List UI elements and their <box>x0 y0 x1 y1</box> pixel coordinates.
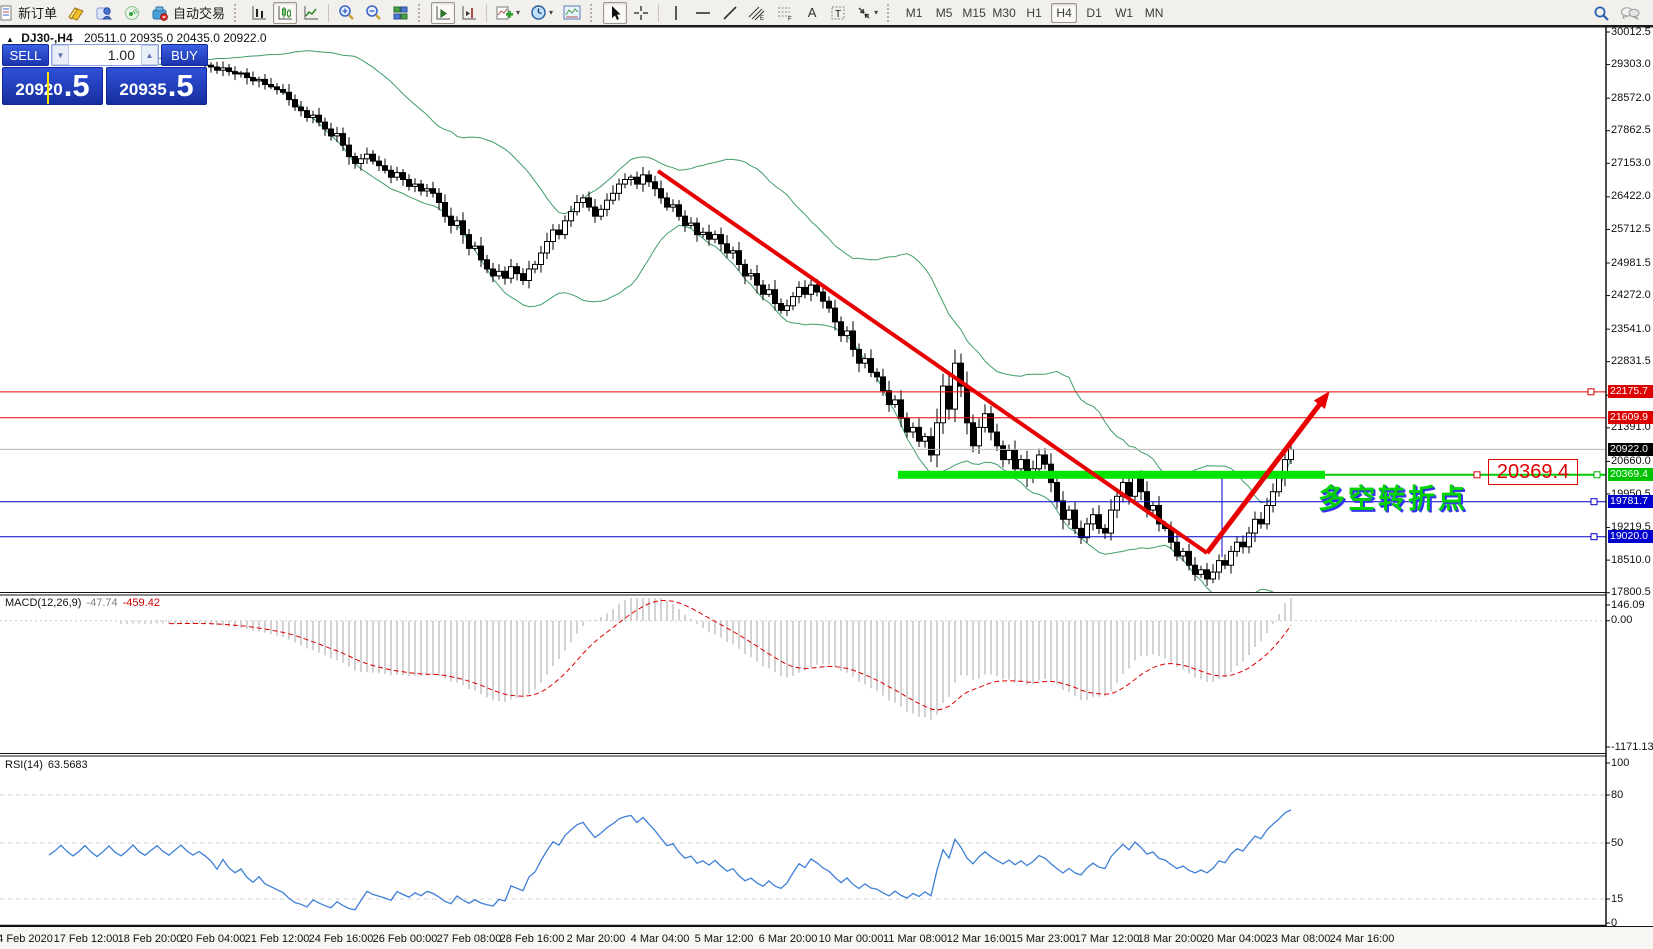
rsi-axis-tick: 15 <box>1611 893 1623 905</box>
sell-price-frac: .5 <box>64 69 90 103</box>
time-axis-label: 5 Mar 12:00 <box>695 933 754 945</box>
time-axis-label: 18 Mar 20:00 <box>1138 933 1203 945</box>
text-caret <box>47 72 49 104</box>
chart-ohlc-values: 20511.0 20935.0 20435.0 20922.0 <box>84 31 267 45</box>
buy-button[interactable]: BUY <box>161 44 208 66</box>
buy-price-frac: .5 <box>168 69 194 103</box>
rsi-axis-tick: 100 <box>1611 757 1629 769</box>
sell-price-button[interactable]: 20920 .5 <box>2 67 103 105</box>
one-click-trade-panel: SELL ▼ 1.00 ▲ BUY 20920 .5 20935 .5 <box>2 44 208 107</box>
price-axis-tick: 28572.0 <box>1611 92 1651 104</box>
time-axis-label: 17 Mar 12:00 <box>1075 933 1140 945</box>
volume-value[interactable]: 1.00 <box>69 45 141 65</box>
support-level-label[interactable]: 20369.4 <box>1488 459 1578 485</box>
price-axis-tick: 25712.5 <box>1611 223 1651 235</box>
price-axis-tick: 17800.5 <box>1611 586 1651 598</box>
rsi-axis-tick: 80 <box>1611 789 1623 801</box>
time-axis-label: 24 Feb 16:00 <box>309 933 374 945</box>
time-axis-label: 26 Feb 00:00 <box>373 933 438 945</box>
buy-price-button[interactable]: 20935 .5 <box>106 67 207 105</box>
price-tag: 19781.7 <box>1608 495 1653 508</box>
time-axis-label: 28 Feb 16:00 <box>500 933 565 945</box>
macd-axis-tick: -1171.13 <box>1611 741 1653 753</box>
time-axis-label: 20 Feb 04:00 <box>181 933 246 945</box>
volume-decrease-button[interactable]: ▼ <box>52 45 69 65</box>
price-axis-tick: 27153.0 <box>1611 157 1651 169</box>
rsi-label: RSI(14)63.5683 <box>5 759 88 771</box>
time-axis-label: 14 Feb 2020 <box>0 933 53 945</box>
sell-price-main: 20920 <box>15 77 62 103</box>
price-tag: 20922.0 <box>1608 443 1653 456</box>
price-tag: 20369.4 <box>1608 468 1653 481</box>
price-tag: 22175.7 <box>1608 385 1653 398</box>
chart-title: ▲ DJ30-,H4 20511.0 20935.0 20435.0 20922… <box>6 31 267 45</box>
rsi-value: 63.5683 <box>48 759 88 771</box>
macd-label: MACD(12,26,9)-47.74-459.42 <box>5 597 160 609</box>
price-tag: 21609.9 <box>1608 411 1653 424</box>
time-axis-label: 21 Feb 12:00 <box>245 933 310 945</box>
time-axis-label: 17 Feb 12:00 <box>54 933 119 945</box>
macd-axis-tick: 0.00 <box>1611 614 1632 626</box>
time-axis-label: 18 Feb 20:00 <box>118 933 183 945</box>
collapse-triangle-icon: ▲ <box>6 35 14 44</box>
time-axis-label: 11 Mar 08:00 <box>883 933 947 945</box>
time-axis-label: 27 Feb 08:00 <box>437 933 502 945</box>
time-axis-label: 12 Mar 16:00 <box>947 933 1012 945</box>
time-axis-label: 6 Mar 20:00 <box>759 933 818 945</box>
price-axis-tick: 22831.5 <box>1611 355 1651 367</box>
macd-main-value: -47.74 <box>86 597 117 609</box>
macd-axis-tick: 146.09 <box>1611 599 1645 611</box>
sell-button[interactable]: SELL <box>2 44 49 66</box>
volume-increase-button[interactable]: ▲ <box>141 45 158 65</box>
price-axis-tick: 18510.0 <box>1611 554 1651 566</box>
macd-signal-value: -459.42 <box>123 597 160 609</box>
price-axis-tick: 24981.5 <box>1611 257 1651 269</box>
volume-stepper: ▼ 1.00 ▲ <box>51 44 159 66</box>
price-axis-tick: 23541.0 <box>1611 323 1651 335</box>
time-axis-label: 20 Mar 04:00 <box>1202 933 1267 945</box>
time-axis-label: 10 Mar 00:00 <box>819 933 884 945</box>
time-axis-label: 24 Mar 16:00 <box>1330 933 1395 945</box>
chart-canvas[interactable] <box>0 0 1653 949</box>
chart-symbol-period: DJ30-,H4 <box>21 31 72 45</box>
price-axis-tick: 30012.5 <box>1611 26 1651 38</box>
price-axis-tick: 20660.0 <box>1611 455 1651 467</box>
price-axis-tick: 27862.5 <box>1611 124 1651 136</box>
rsi-axis-tick: 50 <box>1611 837 1623 849</box>
price-axis-tick: 26422.0 <box>1611 190 1651 202</box>
time-axis[interactable]: 14 Feb 202017 Feb 12:0018 Feb 20:0020 Fe… <box>0 926 1653 949</box>
buy-price-main: 20935 <box>119 77 166 103</box>
price-tag: 19020.0 <box>1608 530 1653 543</box>
time-axis-label: 4 Mar 04:00 <box>631 933 690 945</box>
time-axis-label: 23 Mar 08:00 <box>1266 933 1331 945</box>
price-axis-tick: 24272.0 <box>1611 289 1651 301</box>
time-axis-label: 2 Mar 20:00 <box>567 933 626 945</box>
turning-point-annotation: 多空转折点 <box>1318 477 1468 516</box>
time-axis-label: 15 Mar 23:00 <box>1011 933 1076 945</box>
price-axis-tick: 29303.0 <box>1611 58 1651 70</box>
